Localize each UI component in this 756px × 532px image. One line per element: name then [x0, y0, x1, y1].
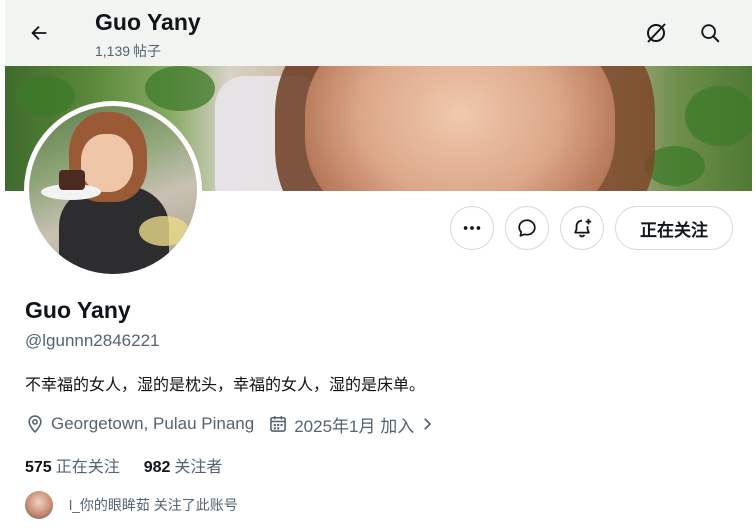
profile-handle: @lgunnn2846221 — [25, 331, 160, 350]
join-date-item[interactable]: 2025年1月 加入 — [268, 412, 436, 437]
location-pin-icon — [28, 415, 42, 434]
mutual-follower-text: l_你的眼眸茹 关注了此账号 — [69, 497, 238, 513]
calendar-icon — [270, 416, 287, 432]
message-button[interactable] — [505, 206, 549, 250]
top-bar: Guo Yany 1,139 帖子 — [5, 0, 752, 66]
following-button[interactable]: 正在关注 — [615, 206, 733, 250]
grok-icon — [647, 23, 666, 43]
more-button[interactable] — [450, 206, 494, 250]
location-text: Georgetown, Pulau Pinang — [51, 414, 255, 433]
post-count: 1,139 帖子 — [95, 41, 164, 61]
notify-button[interactable] — [560, 206, 604, 250]
mutual-follower-row[interactable]: l_你的眼眸茹 关注了此账号 — [25, 490, 238, 520]
post-count-label: 帖子 — [133, 43, 162, 59]
profile-name: Guo Yany — [25, 297, 131, 323]
followers-count-link[interactable]: 982 关注者 — [144, 453, 223, 477]
profile-bio: 不幸福的女人，湿的是枕头，幸福的女人，湿的是床单。 — [25, 377, 426, 394]
followers-label: 关注者 — [174, 459, 223, 476]
bell-plus-icon — [574, 218, 592, 238]
following-count: 575 — [25, 459, 52, 476]
chevron-right-icon — [424, 418, 432, 430]
more-horizontal-icon — [463, 226, 481, 230]
search-button[interactable] — [693, 16, 727, 50]
followers-count: 982 — [143, 459, 171, 476]
back-button[interactable] — [22, 16, 56, 50]
mutual-avatar — [25, 491, 53, 519]
following-label: 正在关注 — [55, 459, 120, 476]
following-count-link[interactable]: 575 正在关注 — [25, 453, 120, 477]
avatar[interactable] — [24, 101, 202, 279]
profile-meta: Georgetown, Pulau Pinang 2025年1月 加入 — [25, 412, 450, 436]
search-icon — [701, 24, 720, 43]
message-icon — [518, 219, 536, 237]
header-title: Guo Yany — [95, 9, 201, 35]
profile-page: Guo Yany 1,139 帖子 正在关注 Guo Yany @lgunnn2… — [5, 0, 752, 532]
location-item: Georgetown, Pulau Pinang — [25, 414, 254, 434]
grok-button[interactable] — [639, 16, 673, 50]
arrow-left-icon — [31, 25, 47, 41]
post-count-value: 1,139 — [95, 43, 131, 59]
join-date-text: 2025年1月 加入 — [294, 416, 415, 436]
follow-counts: 575 正在关注 982 关注者 — [25, 453, 246, 477]
